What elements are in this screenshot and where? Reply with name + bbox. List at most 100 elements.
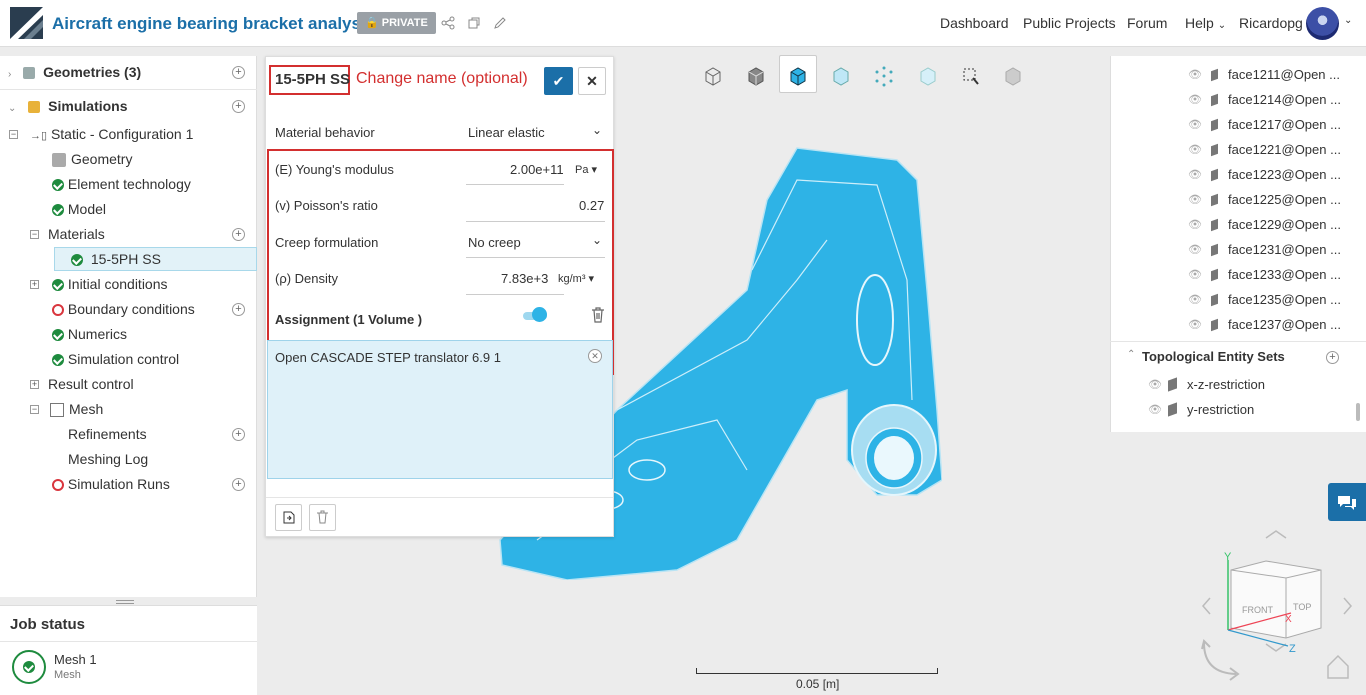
- view-cube[interactable]: FRONT TOP Y X Z: [1196, 528, 1361, 688]
- scrollbar[interactable]: [1356, 403, 1360, 421]
- assigned-volume[interactable]: Open CASCADE STEP translator 6.9 1: [275, 350, 501, 365]
- expand-icon[interactable]: +: [30, 280, 39, 289]
- add-entity-set-button[interactable]: +: [1326, 351, 1339, 364]
- density-input[interactable]: 7.83e+3: [501, 271, 548, 286]
- eye-icon[interactable]: 👁: [1188, 168, 1202, 181]
- young-unit-select[interactable]: Pa ▾: [575, 163, 597, 176]
- face-list-item[interactable]: face1225@Open ...: [1228, 192, 1341, 207]
- collapse-icon[interactable]: −: [9, 130, 18, 139]
- add-boundary-button[interactable]: +: [232, 303, 245, 316]
- copy-icon[interactable]: [467, 16, 481, 30]
- face-list-item[interactable]: face1235@Open ...: [1228, 292, 1341, 307]
- view-cube-wire-icon[interactable]: [823, 62, 859, 92]
- tree-meshing-log[interactable]: Meshing Log: [68, 448, 148, 470]
- chevron-up-icon[interactable]: ⌃: [1127, 349, 1135, 360]
- chevron-down-icon[interactable]: ⌄: [592, 233, 602, 247]
- eye-icon[interactable]: 👁: [1188, 318, 1202, 331]
- tree-boundary-conditions[interactable]: Boundary conditions: [52, 298, 195, 320]
- face-list-item[interactable]: face1233@Open ...: [1228, 267, 1341, 282]
- job-name[interactable]: Mesh 1: [54, 652, 97, 667]
- user-name[interactable]: Ricardopg: [1239, 15, 1303, 31]
- eye-icon[interactable]: 👁: [1188, 218, 1202, 231]
- view-points-icon[interactable]: [866, 62, 902, 92]
- chat-button[interactable]: [1328, 483, 1366, 521]
- chevron-down-icon[interactable]: ⌄: [1344, 15, 1352, 26]
- add-geometry-button[interactable]: +: [232, 66, 245, 79]
- add-refinement-button[interactable]: +: [232, 428, 245, 441]
- drag-handle[interactable]: [116, 600, 134, 604]
- remove-assignment-icon[interactable]: ✕: [588, 349, 602, 363]
- add-simulation-button[interactable]: +: [232, 100, 245, 113]
- confirm-button[interactable]: ✔: [544, 67, 573, 95]
- young-input[interactable]: 2.00e+11: [510, 162, 564, 177]
- add-run-button[interactable]: +: [232, 478, 245, 491]
- share-icon[interactable]: [441, 16, 455, 30]
- nav-help[interactable]: Help ⌄: [1185, 15, 1226, 31]
- face-list-item[interactable]: face1214@Open ...: [1228, 92, 1341, 107]
- tree-materials[interactable]: Materials: [48, 223, 105, 245]
- tree-initial-conditions[interactable]: Initial conditions: [52, 273, 168, 295]
- eye-icon[interactable]: 👁: [1188, 193, 1202, 206]
- tree-model[interactable]: Model: [52, 198, 106, 220]
- view-cube-blue-icon[interactable]: [780, 62, 816, 92]
- material-name-input[interactable]: 15-5PH SS: [275, 71, 350, 88]
- tree-simulation-control[interactable]: Simulation control: [52, 348, 179, 370]
- edit-icon[interactable]: [493, 16, 507, 30]
- tree-element-technology[interactable]: Element technology: [52, 173, 191, 195]
- view-hidden-icon[interactable]: [995, 62, 1031, 92]
- eye-icon[interactable]: 👁: [1188, 268, 1202, 281]
- collapse-icon[interactable]: −: [30, 230, 39, 239]
- eye-icon[interactable]: 👁: [1148, 403, 1162, 416]
- face-list-item[interactable]: face1211@Open ...: [1228, 67, 1340, 82]
- density-unit-select[interactable]: kg/m³ ▾: [558, 272, 594, 285]
- face-list-item[interactable]: face1223@Open ...: [1228, 167, 1341, 182]
- view-transparent-icon[interactable]: [910, 62, 946, 92]
- tree-refinements[interactable]: Refinements: [68, 423, 147, 445]
- tree-mesh[interactable]: Mesh: [50, 398, 103, 420]
- expand-icon[interactable]: +: [30, 380, 39, 389]
- face-list-item[interactable]: face1229@Open ...: [1228, 217, 1341, 232]
- tree-geometries[interactable]: › Geometries (3): [8, 61, 253, 83]
- behavior-select[interactable]: Linear elastic: [468, 125, 545, 140]
- tree-geometry[interactable]: Geometry: [52, 148, 132, 170]
- axis-x-label: X: [1285, 614, 1292, 625]
- entity-set-item[interactable]: x-z-restriction: [1187, 377, 1265, 392]
- poisson-input[interactable]: 0.27: [579, 198, 604, 213]
- face-list-item[interactable]: [1110, 56, 1366, 62]
- view-cube-outline-icon[interactable]: [695, 62, 731, 92]
- chevron-down-icon[interactable]: ⌄: [592, 123, 602, 137]
- eye-icon[interactable]: 👁: [1188, 68, 1202, 81]
- face-list-item[interactable]: face1221@Open ...: [1228, 142, 1341, 157]
- tree-config[interactable]: →▯ Static - Configuration 1: [30, 123, 193, 145]
- simscale-logo[interactable]: [10, 7, 43, 39]
- eye-icon[interactable]: 👁: [1188, 293, 1202, 306]
- trash-icon[interactable]: [591, 307, 605, 323]
- eye-icon[interactable]: 👁: [1188, 143, 1202, 156]
- box-select-icon[interactable]: [952, 62, 988, 92]
- import-material-button[interactable]: [275, 504, 302, 531]
- face-list-item[interactable]: face1217@Open ...: [1228, 117, 1341, 132]
- nav-forum[interactable]: Forum: [1127, 15, 1167, 31]
- face-list-item[interactable]: face1231@Open ...: [1228, 242, 1341, 257]
- tree-result-control[interactable]: Result control: [48, 373, 134, 395]
- avatar[interactable]: [1306, 7, 1339, 40]
- creep-select[interactable]: No creep: [468, 235, 521, 250]
- add-material-button[interactable]: +: [232, 228, 245, 241]
- eye-icon[interactable]: 👁: [1148, 378, 1162, 391]
- eye-icon[interactable]: 👁: [1188, 118, 1202, 131]
- collapse-icon[interactable]: −: [30, 405, 39, 414]
- nav-public-projects[interactable]: Public Projects: [1023, 15, 1116, 31]
- delete-material-button[interactable]: [309, 504, 336, 531]
- close-button[interactable]: ✕: [578, 67, 606, 95]
- toggle-knob[interactable]: [532, 307, 547, 322]
- eye-icon[interactable]: 👁: [1188, 243, 1202, 256]
- eye-icon[interactable]: 👁: [1188, 93, 1202, 106]
- tree-simulations[interactable]: ⌄ Simulations: [8, 95, 253, 117]
- nav-dashboard[interactable]: Dashboard: [940, 15, 1009, 31]
- tree-material-15-5ph[interactable]: 15-5PH SS: [54, 247, 257, 271]
- face-list-item[interactable]: face1237@Open ...: [1228, 317, 1341, 332]
- tree-numerics[interactable]: Numerics: [52, 323, 127, 345]
- entity-set-item[interactable]: y-restriction: [1187, 402, 1254, 417]
- tree-simulation-runs[interactable]: Simulation Runs: [52, 473, 170, 495]
- view-cube-solid-icon[interactable]: [738, 62, 774, 92]
